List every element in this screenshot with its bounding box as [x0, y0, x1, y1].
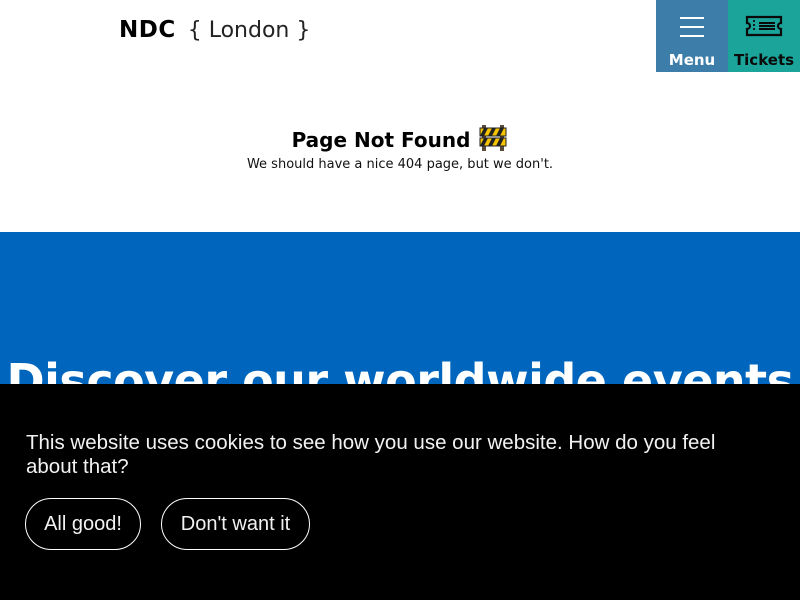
tickets-label: Tickets [733, 51, 795, 69]
tickets-button[interactable]: Tickets [728, 0, 800, 72]
page-title: Page Not Found [291, 128, 471, 152]
page-subtitle: We should have a nice 404 page, but we d… [246, 157, 554, 172]
logo-city: { London } [187, 18, 311, 43]
decline-cookies-button[interactable]: Don't want it [161, 498, 310, 550]
logo-brand: NDC [119, 17, 176, 43]
menu-button[interactable]: Menu [656, 0, 728, 72]
site-logo[interactable]: NDC { London } [119, 17, 310, 43]
construction-barrier-icon [478, 124, 508, 157]
not-found-section: Page Not Found We should have a nice 404… [0, 124, 800, 172]
accept-cookies-button[interactable]: All good! [25, 498, 141, 550]
site-header: NDC { London } Menu Tickets [0, 0, 800, 72]
cookie-message: This website uses cookies to see how you… [26, 431, 716, 478]
hamburger-icon [656, 14, 728, 42]
cookie-banner: This website uses cookies to see how you… [0, 384, 800, 600]
menu-label: Menu [668, 51, 716, 69]
ticket-icon [728, 14, 800, 42]
not-found-title-row: Page Not Found [0, 124, 800, 156]
